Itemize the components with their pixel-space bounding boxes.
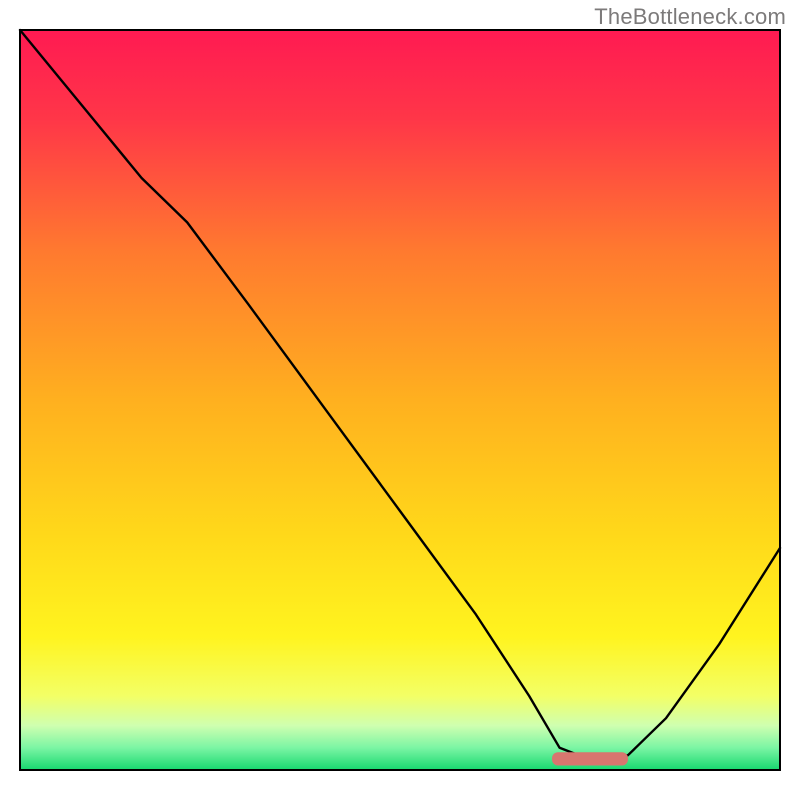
optimal-range-marker	[552, 752, 628, 765]
bottleneck-line-chart	[0, 0, 800, 800]
watermark-label: TheBottleneck.com	[594, 4, 786, 30]
plot-area	[20, 30, 780, 770]
chart-container: TheBottleneck.com	[0, 0, 800, 800]
